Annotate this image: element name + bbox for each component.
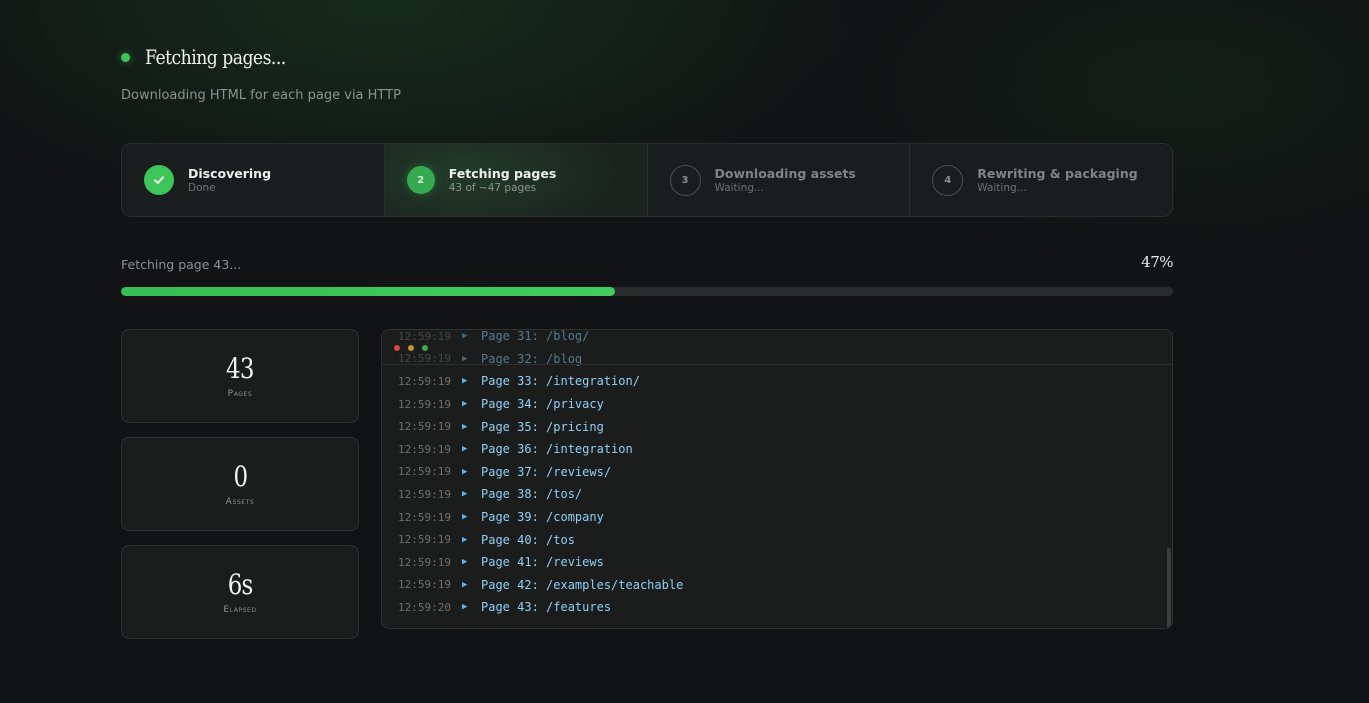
page-title: Fetching pages... [145,45,286,69]
stat-card-elapsed: 6s Elapsed [121,545,359,639]
step-status: Waiting... [714,182,764,194]
step-fetching-pages: 2 Fetching pages 43 of ~47 pages [385,144,648,216]
stat-label: Assets [225,497,255,507]
step-label: Downloading assets [714,166,856,181]
log-timestamp: 12:59:19 [398,442,451,456]
play-arrow-icon: ▶ [462,421,468,432]
log-line: 12:59:19 ▶ Page 34: /privacy [382,393,1172,416]
status-dot-icon [121,52,130,62]
log-line: 12:59:19 ▶ Page 32: /blog [382,348,1172,371]
log-line: 12:59:20 ▶ Page 43: /features [382,596,1172,619]
play-arrow-icon: ▶ [462,534,468,545]
log-message: Page 40: /tos [481,532,575,547]
log-timestamp: 12:59:19 [398,420,451,434]
stat-value: 6s [227,568,254,601]
log-message: Page 39: /company [481,510,604,525]
log-timestamp: 12:59:19 [398,352,451,366]
step-discovering: Discovering Done [122,144,385,216]
step-status: 43 of ~47 pages [448,182,537,194]
log-message: Page 36: /integration [481,442,633,457]
check-icon [154,176,164,184]
play-arrow-icon: ▶ [462,353,468,364]
log-message: Page 43: /features [481,600,612,615]
step-done-badge [144,165,174,195]
progress-percent: 47% [1141,253,1173,271]
log-message: Page 38: /tos/ [481,487,583,502]
log-timestamp: 12:59:19 [398,374,451,388]
log-line: 12:59:19 ▶ Page 42: /examples/teachable [382,574,1172,597]
log-timestamp: 12:59:19 [398,578,451,592]
step-status: Done [188,182,216,194]
play-arrow-icon: ▶ [462,444,468,455]
log-message: Page 37: /reviews/ [481,464,612,479]
play-arrow-icon: ▶ [462,512,468,523]
step-downloading-assets: 3 Downloading assets Waiting... [648,144,911,216]
log-timestamp: 12:59:19 [398,465,451,479]
log-line: 12:59:19 ▶ Page 39: /company [382,506,1172,529]
play-arrow-icon: ▶ [462,602,468,613]
log-line: 12:59:19 ▶ Page 41: /reviews [382,551,1172,574]
log-timestamp: 12:59:19 [398,555,451,569]
step-label: Rewriting & packaging [977,166,1138,181]
step-number-badge: 3 [669,164,701,196]
log-lines: 12:59:19 ▶ Page 31: /blog/12:59:19 ▶ Page 32… [382,329,1172,619]
step-label: Discovering [188,166,272,181]
log-line: 12:59:19 ▶ Page 36: /integration [382,438,1172,461]
step-label: Fetching pages [448,166,557,181]
log-message: Page 35: /pricing [481,419,604,434]
page-header: Fetching pages... [121,45,309,69]
log-timestamp: 12:59:19 [398,487,451,501]
stat-value: 0 [233,460,248,493]
step-rewriting-packaging: 4 Rewriting & packaging Waiting... [910,144,1172,216]
stat-card-assets: 0 Assets [121,437,359,531]
progress-label: Fetching page 43... [121,257,242,272]
log-scrollbar[interactable] [1167,548,1171,628]
log-timestamp: 12:59:19 [398,533,451,547]
play-arrow-icon: ▶ [462,376,468,387]
log-timestamp: 12:59:20 [398,600,451,614]
log-message: Page 31: /blog/ [481,329,590,344]
stat-label: Elapsed [223,605,257,615]
step-indicator: Discovering Done 2 Fetching pages 43 of … [121,143,1173,217]
log-line: 12:59:19 ▶ Page 31: /blog/ [382,329,1172,348]
stat-card-pages: 43 Pages [121,329,359,423]
log-terminal[interactable]: 12:59:19 ▶ Page 31: /blog/12:59:19 ▶ Page 32… [381,329,1173,629]
play-arrow-icon: ▶ [462,399,468,410]
log-line: 12:59:19 ▶ Page 35: /pricing [382,415,1172,438]
progress-bar [121,287,1173,296]
log-line: 12:59:19 ▶ Page 33: /integration/ [382,370,1172,393]
log-message: Page 33: /integration/ [481,374,640,389]
play-arrow-icon: ▶ [462,489,468,500]
stat-label: Pages [227,389,253,399]
progress-panel: Fetching pages... Downloading HTML for e… [121,0,1173,703]
log-line: 12:59:19 ▶ Page 40: /tos [382,528,1172,551]
log-line: 12:59:19 ▶ Page 38: /tos/ [382,483,1172,506]
log-message: Page 32: /blog [481,351,583,366]
step-status: Waiting... [977,182,1027,194]
play-arrow-icon: ▶ [462,331,468,342]
page-subtitle: Downloading HTML for each page via HTTP [121,88,401,103]
play-arrow-icon: ▶ [462,579,468,590]
play-arrow-icon: ▶ [462,466,468,477]
log-line: 12:59:19 ▶ Page 37: /reviews/ [382,461,1172,484]
log-timestamp: 12:59:19 [398,397,451,411]
log-message: Page 34: /privacy [481,397,604,412]
step-number-badge: 2 [406,166,435,194]
stat-value: 43 [226,352,254,385]
play-arrow-icon: ▶ [462,557,468,568]
step-number-badge: 4 [932,164,964,196]
log-message: Page 42: /examples/teachable [481,577,684,592]
progress-bar-fill [121,287,616,296]
log-timestamp: 12:59:19 [398,329,451,343]
log-message: Page 41: /reviews [481,555,604,570]
log-timestamp: 12:59:19 [398,510,451,524]
